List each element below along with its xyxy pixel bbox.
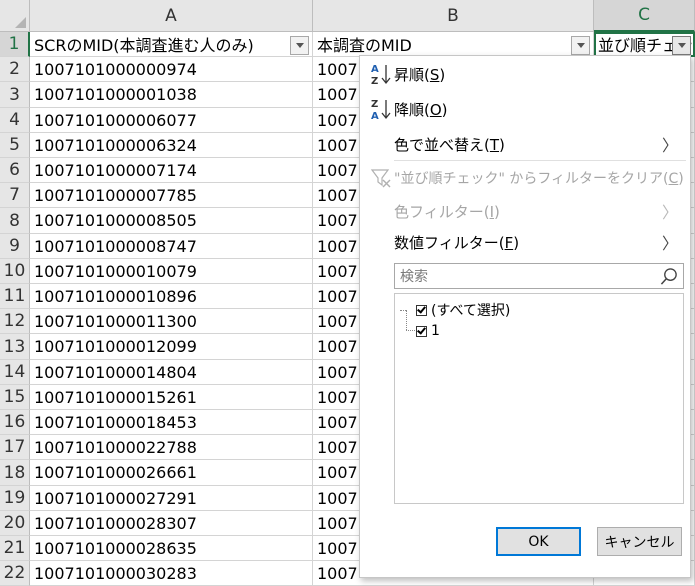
dropdown-arrow-icon (677, 43, 686, 48)
cell-a[interactable]: 1007101000007785 (30, 183, 313, 208)
search-icon[interactable] (660, 267, 679, 286)
row-header[interactable]: 3 (0, 82, 30, 108)
column-header-c[interactable]: C (594, 0, 695, 32)
row-header[interactable]: 1 (0, 32, 30, 57)
row-header[interactable]: 16 (0, 410, 30, 435)
clear-filter-item[interactable]: "並び順チェック" からフィルターをクリア(C) (360, 162, 690, 194)
color-filter-item[interactable]: 色フィルター(I) 〉 (360, 195, 690, 227)
cell-a[interactable]: 1007101000028307 (30, 511, 313, 536)
cell-a[interactable]: 1007101000010079 (30, 259, 313, 284)
chevron-right-icon: 〉 (661, 136, 678, 155)
cell-a[interactable]: 1007101000030283 (30, 561, 313, 586)
chevron-right-icon: 〉 (661, 234, 678, 253)
clear-filter-icon (370, 169, 391, 188)
cell-a[interactable]: 1007101000010896 (30, 284, 313, 309)
cell-a[interactable]: 1007101000026661 (30, 460, 313, 486)
sort-descending-icon: Z A (371, 99, 391, 121)
row-header[interactable]: 6 (0, 158, 30, 183)
tree-connector (400, 310, 406, 311)
sort-by-color-label: 色で並べ替え(T) (394, 135, 505, 154)
select-all-checkbox[interactable] (416, 304, 427, 316)
dropdown-arrow-icon (295, 43, 304, 48)
row-header[interactable]: 9 (0, 234, 30, 259)
cell-a[interactable]: 1007101000028635 (30, 536, 313, 561)
cell-a[interactable]: 1007101000012099 (30, 334, 313, 360)
search-input[interactable] (398, 265, 652, 289)
autofilter-dropdown: A Z 昇順(S) Z A 降順(O) 色で並べ替え(T) 〉 "並び順チェック… (359, 55, 691, 578)
svg-text:Z: Z (371, 76, 378, 86)
row-header[interactable]: 8 (0, 208, 30, 234)
row-header[interactable]: 10 (0, 259, 30, 284)
cell-a[interactable]: 1007101000011300 (30, 309, 313, 334)
column-header-b[interactable]: B (313, 0, 594, 32)
cell-a[interactable]: 1007101000000974 (30, 57, 313, 82)
value-list: (すべて選択) 1 (394, 293, 684, 504)
row-header[interactable]: 18 (0, 460, 30, 486)
sort-ascending-icon: A Z (371, 64, 391, 86)
cell-a[interactable]: 1007101000018453 (30, 410, 313, 435)
cell-a[interactable]: 1007101000008505 (30, 208, 313, 234)
clear-filter-label: "並び順チェック" からフィルターをクリア(C) (394, 171, 684, 187)
tree-connector (406, 330, 415, 331)
row-header[interactable]: 13 (0, 334, 30, 360)
cell-a[interactable]: 1007101000007174 (30, 158, 313, 183)
column-header-a[interactable]: A (30, 0, 313, 32)
filter-dropdown-button-b[interactable] (571, 36, 590, 55)
row-header[interactable]: 7 (0, 183, 30, 208)
row-header[interactable]: 2 (0, 57, 30, 82)
menu-separator (394, 160, 686, 161)
search-box (394, 263, 684, 289)
select-all-row[interactable]: (すべて選択) (416, 300, 510, 320)
value-1-checkbox[interactable] (416, 325, 427, 337)
sort-by-color-item[interactable]: 色で並べ替え(T) 〉 (360, 128, 690, 160)
color-filter-label: 色フィルター(I) (394, 202, 500, 221)
cancel-button[interactable]: キャンセル (597, 527, 682, 556)
number-filter-item[interactable]: 数値フィルター(F) 〉 (360, 226, 690, 258)
sort-ascending-item[interactable]: A Z 昇順(S) (360, 58, 690, 90)
value-row-1[interactable]: 1 (416, 321, 440, 341)
sort-descending-label: 降順(O) (394, 100, 448, 119)
ok-button[interactable]: OK (496, 527, 581, 556)
cell-a[interactable]: 1007101000027291 (30, 486, 313, 511)
svg-text:A: A (371, 64, 379, 75)
cell-a[interactable]: 1007101000008747 (30, 234, 313, 259)
sort-ascending-label: 昇順(S) (394, 65, 446, 84)
tree-connector (406, 310, 407, 330)
cell-a[interactable]: 1007101000001038 (30, 82, 313, 108)
row-header[interactable]: 20 (0, 511, 30, 536)
cell-a[interactable]: 1007101000006324 (30, 133, 313, 158)
row-header[interactable]: 19 (0, 486, 30, 511)
select-all-corner[interactable] (0, 0, 30, 32)
header-cell-a[interactable]: SCRのMID(本調査進む人のみ) (30, 32, 313, 57)
row-header[interactable]: 22 (0, 561, 30, 586)
value-1-label: 1 (431, 323, 440, 339)
sort-descending-item[interactable]: Z A 降順(O) (360, 93, 690, 125)
row-header[interactable]: 15 (0, 385, 30, 410)
select-all-label: (すべて選択) (431, 303, 511, 319)
cell-a[interactable]: 1007101000014804 (30, 360, 313, 385)
header-cell-b[interactable]: 本調査のMID (313, 32, 594, 57)
row-header[interactable]: 11 (0, 284, 30, 309)
header-text: SCRのMID(本調査進む人のみ) (34, 36, 254, 55)
row-header[interactable]: 17 (0, 435, 30, 460)
svg-text:A: A (371, 111, 379, 121)
chevron-right-icon: 〉 (661, 203, 678, 222)
cell-a[interactable]: 1007101000006077 (30, 108, 313, 133)
row-header[interactable]: 21 (0, 536, 30, 561)
cell-a[interactable]: 1007101000022788 (30, 435, 313, 460)
filter-dropdown-button-a[interactable] (290, 36, 309, 55)
row-header[interactable]: 12 (0, 309, 30, 334)
row-header[interactable]: 4 (0, 108, 30, 133)
filter-dropdown-button-c[interactable] (672, 36, 691, 55)
cell-a[interactable]: 1007101000015261 (30, 385, 313, 410)
dropdown-arrow-icon (576, 43, 585, 48)
row-header[interactable]: 5 (0, 133, 30, 158)
row-header[interactable]: 14 (0, 360, 30, 385)
svg-text:Z: Z (371, 99, 378, 110)
number-filter-label: 数値フィルター(F) (394, 233, 520, 252)
header-text: 本調査のMID (317, 36, 412, 55)
